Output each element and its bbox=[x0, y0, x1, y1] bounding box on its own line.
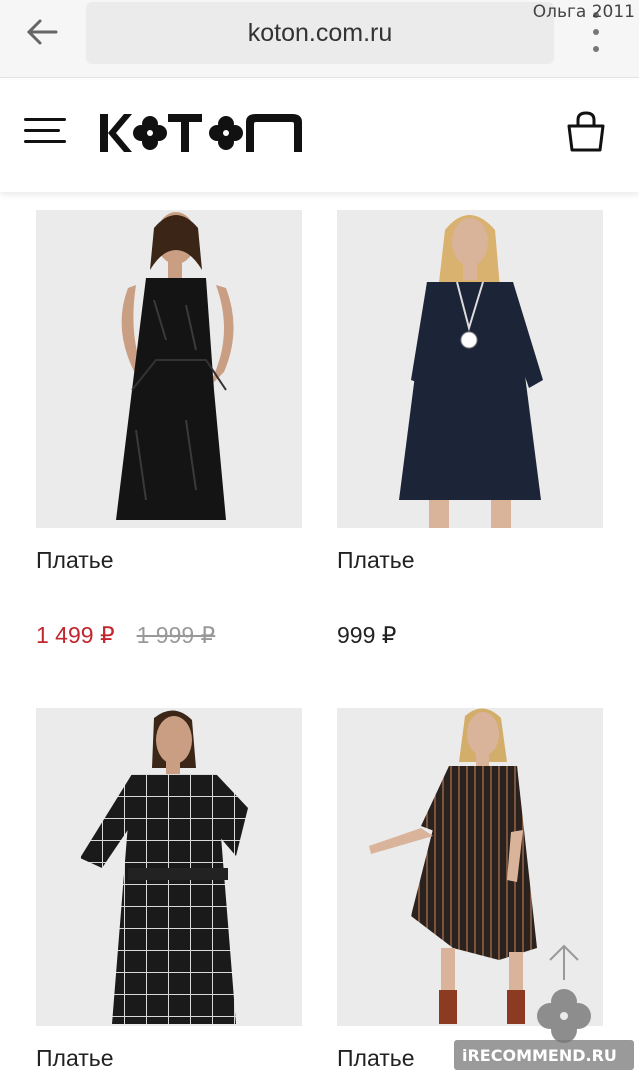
back-arrow-icon[interactable] bbox=[22, 14, 62, 50]
watermark: iRECOMMEND.RU bbox=[454, 1040, 634, 1070]
product-name[interactable]: Платье bbox=[36, 1045, 114, 1072]
scroll-to-top-icon[interactable] bbox=[544, 942, 584, 982]
product-name[interactable]: Платье bbox=[337, 1045, 415, 1072]
price-row: 1 499 ₽ 1 999 ₽ bbox=[36, 622, 215, 649]
price-row: 999 ₽ bbox=[337, 622, 396, 649]
koton-flower-icon[interactable] bbox=[536, 988, 592, 1044]
product-card[interactable]: Платье 1 499 ₽ 1 999 ₽ bbox=[36, 210, 302, 648]
shopping-bag-icon[interactable] bbox=[566, 110, 606, 154]
product-name[interactable]: Платье bbox=[337, 547, 415, 574]
address-bar[interactable]: koton.com.ru bbox=[86, 2, 554, 64]
product-name[interactable]: Платье bbox=[36, 547, 114, 574]
product-image[interactable] bbox=[337, 210, 603, 528]
price: 999 ₽ bbox=[337, 622, 397, 648]
old-price: 1 999 ₽ bbox=[136, 622, 216, 648]
browser-toolbar: koton.com.ru Ольга 2011 bbox=[0, 0, 639, 78]
product-image[interactable] bbox=[36, 708, 302, 1026]
product-image[interactable] bbox=[36, 210, 302, 528]
url-text: koton.com.ru bbox=[247, 18, 393, 47]
product-card[interactable]: Платье bbox=[36, 708, 302, 1071]
hamburger-menu-icon[interactable] bbox=[24, 116, 68, 146]
user-name-label: Ольга 2011 bbox=[532, 2, 635, 22]
site-header bbox=[0, 80, 639, 192]
sale-price: 1 499 ₽ bbox=[36, 622, 115, 648]
koton-logo[interactable] bbox=[98, 108, 308, 158]
product-card[interactable]: Платье 999 ₽ bbox=[337, 210, 603, 648]
